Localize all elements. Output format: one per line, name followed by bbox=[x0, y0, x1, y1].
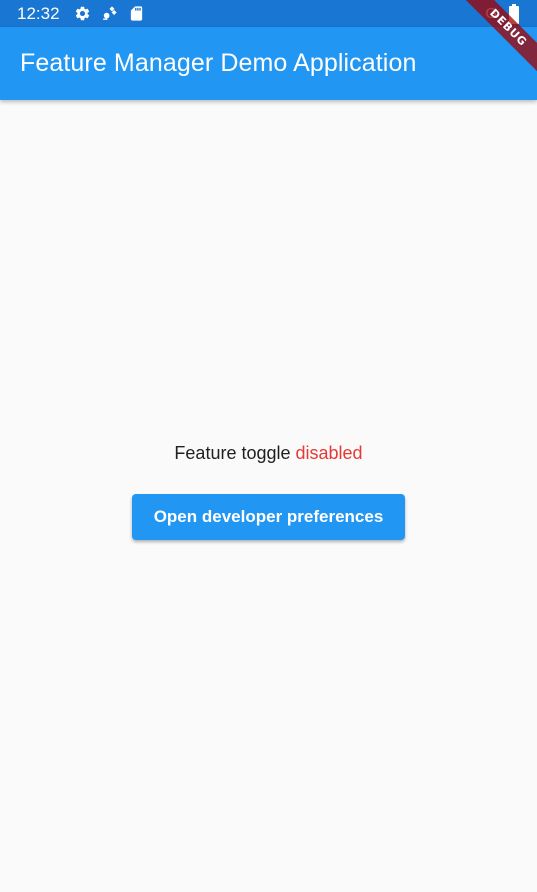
sd-card-icon bbox=[128, 5, 146, 23]
page-title: Feature Manager Demo Application bbox=[20, 49, 417, 77]
app-bar: Feature Manager Demo Application bbox=[0, 27, 537, 100]
feature-state-value: disabled bbox=[295, 443, 363, 463]
feature-label: Feature toggle bbox=[174, 443, 291, 463]
open-developer-preferences-button[interactable]: Open developer preferences bbox=[132, 494, 405, 540]
satellite-icon bbox=[101, 5, 119, 23]
settings-icon bbox=[74, 5, 92, 23]
status-time: 12:32 bbox=[17, 4, 60, 23]
feature-status-line: Feature toggle disabled bbox=[0, 443, 537, 464]
status-right-cluster: G bbox=[485, 0, 523, 27]
network-type-label: G bbox=[485, 5, 497, 22]
app-screen: 12:32 G Feature Manager Demo Application… bbox=[0, 0, 537, 892]
battery-icon bbox=[505, 3, 523, 24]
main-content: Feature toggle disabled Open developer p… bbox=[0, 100, 537, 892]
status-bar: 12:32 G bbox=[0, 0, 537, 27]
